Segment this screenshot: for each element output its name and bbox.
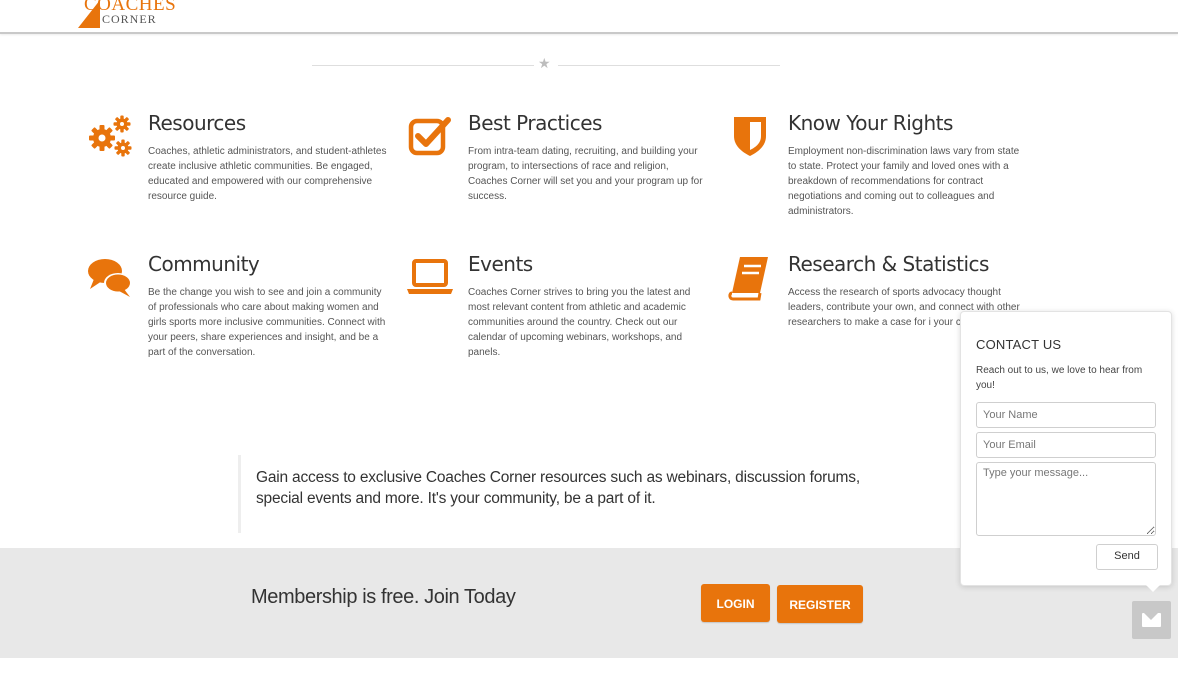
email-input[interactable] (976, 432, 1156, 458)
divider-line-right (558, 65, 780, 66)
login-button[interactable]: LOGIN (701, 584, 770, 622)
divider-line-left (312, 65, 534, 66)
membership-quote: Gain access to exclusive Coaches Corner … (238, 455, 861, 533)
feature-title[interactable]: Know Your Rights (788, 110, 1028, 136)
widget-pointer (1145, 584, 1161, 592)
feature-community: Community Be the change you wish to see … (88, 251, 388, 360)
name-input[interactable] (976, 402, 1156, 428)
feature-title[interactable]: Events (468, 251, 708, 277)
section-divider: ★ (312, 55, 780, 72)
quote-text: Gain access to exclusive Coaches Corner … (256, 467, 860, 509)
send-button[interactable]: Send (1096, 544, 1158, 570)
feature-text: From intra-team dating, recruiting, and … (468, 146, 703, 202)
feature-events: Events Coaches Corner strives to bring y… (407, 251, 708, 360)
contact-widget: CONTACT US Reach out to us, we love to h… (960, 311, 1172, 592)
feature-title[interactable]: Research & Statistics (788, 251, 1028, 277)
shield-icon (734, 117, 766, 156)
contact-title: CONTACT US (976, 337, 1062, 352)
feature-resources: Resources Coaches, athletic administrato… (89, 110, 388, 204)
feature-title[interactable]: Best Practices (468, 110, 708, 136)
message-textarea[interactable] (976, 462, 1156, 536)
envelope-icon (1142, 613, 1161, 627)
quote-line-1: Gain access to exclusive Coaches Corner … (256, 469, 860, 486)
book-icon (728, 257, 768, 301)
feature-title[interactable]: Resources (148, 110, 388, 136)
membership-tagline: Membership is free. Join Today (251, 586, 516, 608)
contact-toggle-button[interactable] (1132, 601, 1171, 639)
feature-best-practices: Best Practices From intra-team dating, r… (408, 110, 708, 204)
register-button[interactable]: REGISTER (777, 585, 863, 623)
contact-intro: Reach out to us, we love to hear from yo… (976, 365, 1143, 391)
feature-know-your-rights: Know Your Rights Employment non-discrimi… (734, 110, 1028, 219)
laptop-icon (407, 259, 453, 294)
gears-icon (89, 115, 132, 157)
site-header: COACHES CORNER (0, 0, 1178, 34)
feature-text: Coaches Corner strives to bring you the … (468, 287, 691, 358)
star-icon: ★ (538, 55, 551, 71)
feature-text: Coaches, athletic administrators, and st… (148, 146, 387, 202)
feature-text: Employment non-discrimination laws vary … (788, 146, 1020, 217)
feature-title[interactable]: Community (148, 251, 388, 277)
feature-text: Be the change you wish to see and join a… (148, 287, 386, 358)
site-logo[interactable]: COACHES CORNER (78, 0, 176, 28)
chat-bubbles-icon (88, 259, 132, 297)
logo-text-line2: CORNER (102, 12, 157, 26)
quote-line-2: special events and more. It's your commu… (256, 490, 656, 507)
checkbox-icon (408, 117, 451, 156)
